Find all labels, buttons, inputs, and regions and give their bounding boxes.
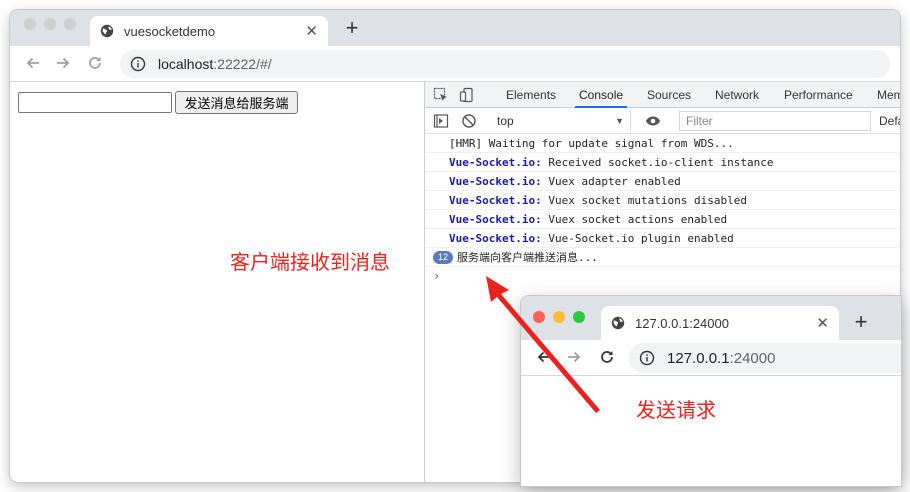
console-message: Vuex adapter enabled [541,175,681,188]
forward-arrow-icon[interactable] [52,52,74,74]
browser-tab[interactable]: vuesocketdemo ✕ [90,16,328,46]
close-window-button[interactable] [24,18,36,30]
eye-icon[interactable] [645,113,661,129]
browser-tab[interactable]: 127.0.0.1:24000 ✕ [601,306,839,340]
tab-strip: vuesocketdemo ✕ + [10,10,900,46]
globe-icon [611,316,625,330]
tab-sources[interactable]: Sources [643,82,695,108]
globe-icon [100,24,114,38]
url-host: localhost [158,56,214,72]
tab-title: vuesocketdemo [124,23,216,39]
server-browser-window: 127.0.0.1:24000 ✕ + 127.0.0.1:24000 [521,296,901,486]
console-line-grouped: 12 服务端向客户端推送消息... [425,248,900,267]
page-viewport: 发送消息给服务端 [10,82,424,482]
console-prompt[interactable]: › [425,267,900,286]
url-host: 127.0.0.1 [667,349,730,367]
tab-network[interactable]: Network [711,82,763,108]
forward-arrow-icon[interactable] [563,346,585,368]
annotation-client-received: 客户端接收到消息 [230,250,390,274]
tab-title: 127.0.0.1:24000 [635,315,729,331]
tab-memory[interactable]: Mem [873,82,900,108]
console-filter-input[interactable]: Filter [679,111,871,131]
repeat-count-badge: 12 [433,251,454,264]
minimize-window-button[interactable] [44,18,56,30]
reload-icon[interactable] [596,346,618,368]
console-source: Vue-Socket.io: [449,213,542,226]
close-tab-icon[interactable]: ✕ [305,22,318,40]
window-controls [24,18,76,30]
annotation-send-request: 发送请求 [636,398,716,422]
tab-performance[interactable]: Performance [780,82,857,108]
log-levels-dropdown[interactable]: Defa [879,108,900,134]
tab-strip: 127.0.0.1:24000 ✕ + [521,296,901,340]
console-line: Vue-Socket.io: Vuex socket actions enabl… [425,210,900,229]
sidebar-toggle-icon[interactable] [433,113,449,129]
device-toolbar-icon[interactable] [459,87,475,103]
reload-icon[interactable] [84,52,106,74]
message-input[interactable] [18,92,172,113]
browser-toolbar: 127.0.0.1:24000 [521,340,901,376]
new-tab-button[interactable]: + [340,16,364,40]
console-output: [HMR] Waiting for update signal from WDS… [425,134,900,286]
info-icon[interactable] [130,56,146,72]
console-source: Vue-Socket.io: [449,194,542,207]
url-path: :22222/#/ [213,56,272,72]
context-selector[interactable]: top ▼ [489,111,631,131]
address-bar[interactable]: 127.0.0.1:24000 [629,343,901,373]
new-tab-button[interactable]: + [849,310,873,334]
console-toolbar: top ▼ Filter Defa [425,108,900,134]
console-line: Vue-Socket.io: Received socket.io-client… [425,153,900,172]
close-window-button[interactable] [533,311,545,323]
info-icon[interactable] [639,350,655,366]
back-arrow-icon[interactable] [22,52,44,74]
clear-console-icon[interactable] [461,113,477,129]
console-message: Vue-Socket.io plugin enabled [541,232,734,245]
console-message: 服务端向客户端推送消息... [457,251,598,264]
back-arrow-icon[interactable] [533,346,555,368]
page-viewport [521,376,901,486]
console-line: Vue-Socket.io: Vue-Socket.io plugin enab… [425,229,900,248]
console-line: Vue-Socket.io: Vuex socket mutations dis… [425,191,900,210]
chevron-down-icon: ▼ [615,116,624,126]
close-tab-icon[interactable]: ✕ [816,314,829,332]
inspect-element-icon[interactable] [433,87,449,103]
zoom-window-button[interactable] [573,311,585,323]
zoom-window-button[interactable] [64,18,76,30]
console-message: Vuex socket mutations disabled [541,194,748,207]
console-source: Vue-Socket.io: [449,175,542,188]
window-controls [533,311,585,323]
browser-toolbar: localhost:22222/#/ [10,46,900,82]
tab-elements[interactable]: Elements [502,82,560,108]
context-value: top [497,114,514,128]
console-message: Vuex socket actions enabled [541,213,728,226]
send-to-server-button[interactable]: 发送消息给服务端 [175,91,298,114]
console-source: Vue-Socket.io: [449,232,542,245]
tab-console[interactable]: Console [575,82,628,108]
console-message: Received socket.io-client instance [541,156,774,169]
console-source: Vue-Socket.io: [449,156,542,169]
console-line: [HMR] Waiting for update signal from WDS… [425,134,900,153]
devtools-tab-bar: Elements Console Sources Network Perform… [425,82,900,108]
url-path: :24000 [729,349,776,367]
minimize-window-button[interactable] [553,311,565,323]
console-line: Vue-Socket.io: Vuex adapter enabled [425,172,900,191]
console-message: [HMR] Waiting for update signal from WDS… [449,137,734,150]
address-bar[interactable]: localhost:22222/#/ [120,50,890,78]
